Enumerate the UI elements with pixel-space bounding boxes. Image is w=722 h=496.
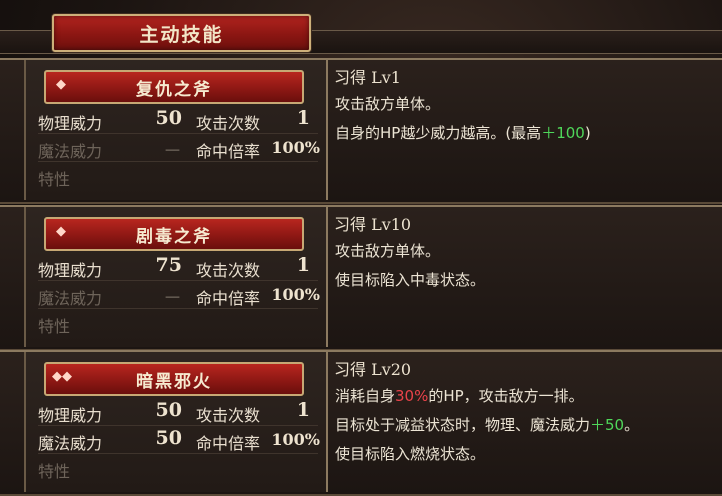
skill-description-line: 使目标陷入中毒状态。 [335, 271, 486, 289]
skill-description-line: 攻击敌方单体。 [335, 95, 441, 113]
phys-power-value: 50 [155, 107, 182, 129]
phys-power-value: 50 [155, 399, 182, 421]
divider [38, 453, 318, 454]
phys-power-label: 物理威力 [38, 114, 103, 133]
trait-label: 特性 [38, 317, 71, 336]
tab-active-skills[interactable]: 主动技能 [52, 14, 311, 52]
magic-power-label: 魔法威力 [38, 142, 103, 161]
hits-value: 1 [296, 107, 310, 129]
gem-icon: ◆ [56, 224, 66, 239]
divider [38, 308, 318, 309]
magic-power-value: 50 [155, 427, 182, 449]
divider [38, 133, 318, 134]
skill-row: 复仇之斧 ◆ 物理威力 50 攻击次数 1 魔法威力 － 命中倍率 100% 特… [0, 58, 722, 204]
skill-name-label: 剧毒之斧 [136, 226, 212, 247]
phys-power-label: 物理威力 [38, 406, 103, 425]
divider [38, 161, 318, 162]
learn-level: 习得 Lv10 [334, 215, 412, 234]
phys-power-value: 75 [155, 254, 182, 276]
skill-description-line: 攻击敌方单体。 [335, 242, 441, 260]
skill-name-button[interactable]: 复仇之斧 [44, 70, 304, 104]
skill-row: 剧毒之斧 ◆ 物理威力 75 攻击次数 1 魔法威力 － 命中倍率 100% 特… [0, 205, 722, 351]
hits-value: 1 [296, 254, 310, 276]
hits-label: 攻击次数 [196, 406, 261, 425]
skill-description-line: 目标处于减益状态时，物理、魔法威力＋50。 [335, 416, 640, 434]
skill-name-button[interactable]: 剧毒之斧 [44, 217, 304, 251]
skill-name-button[interactable]: 暗黑邪火 [44, 362, 304, 396]
skill-name-label: 复仇之斧 [136, 79, 212, 100]
magic-power-value: － [162, 287, 182, 309]
accuracy-value: 100% [271, 285, 320, 304]
divider [38, 280, 318, 281]
skill-name-label: 暗黑邪火 [136, 371, 212, 392]
magic-power-value: － [162, 140, 182, 162]
accuracy-label: 命中倍率 [196, 142, 261, 161]
trait-label: 特性 [38, 462, 71, 481]
accuracy-value: 100% [271, 430, 320, 449]
skill-description-line: 使目标陷入燃烧状态。 [335, 445, 486, 463]
magic-power-label: 魔法威力 [38, 289, 103, 308]
phys-power-label: 物理威力 [38, 261, 103, 280]
gem-icon: ◆ [56, 77, 66, 92]
learn-level: 习得 Lv1 [334, 68, 401, 87]
skill-row: 暗黑邪火 ◆◆ 物理威力 50 攻击次数 1 魔法威力 50 命中倍率 100%… [0, 350, 722, 496]
accuracy-value: 100% [271, 138, 320, 157]
accuracy-label: 命中倍率 [196, 289, 261, 308]
magic-power-label: 魔法威力 [38, 434, 103, 453]
learn-level: 习得 Lv20 [334, 360, 412, 379]
skill-description-line: 消耗自身30%的HP，攻击敌方一排。 [335, 387, 584, 405]
divider [38, 425, 318, 426]
skill-description-line: 自身的HP越少威力越高。(最高＋100) [335, 124, 591, 142]
hits-label: 攻击次数 [196, 261, 261, 280]
trait-label: 特性 [38, 170, 71, 189]
hits-label: 攻击次数 [196, 114, 261, 133]
gem-double-icon: ◆◆ [52, 369, 72, 384]
hits-value: 1 [296, 399, 310, 421]
accuracy-label: 命中倍率 [196, 434, 261, 453]
